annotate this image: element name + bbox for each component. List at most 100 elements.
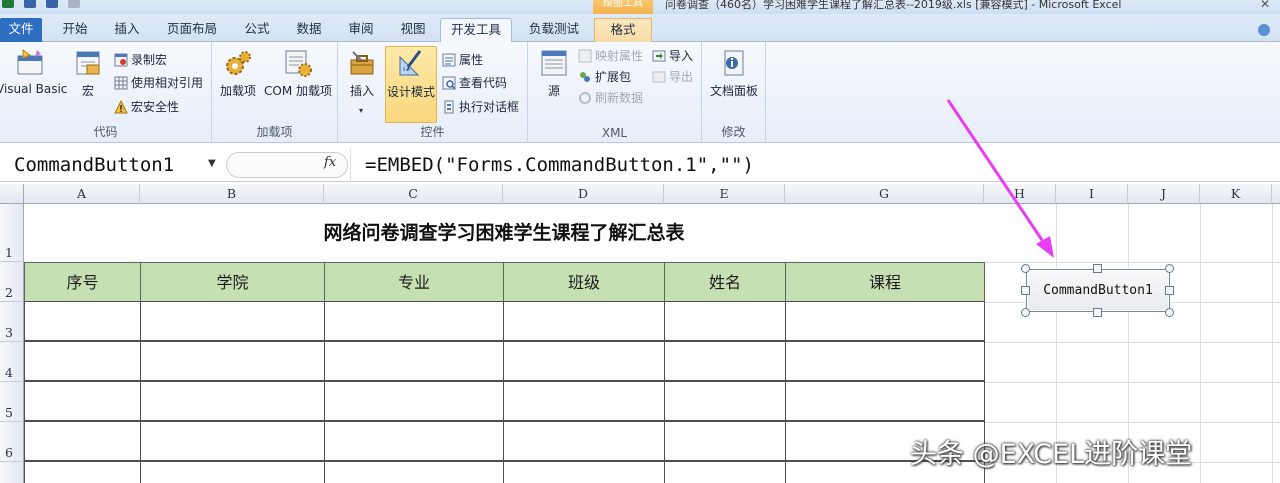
- row-header-4[interactable]: 4: [0, 342, 24, 382]
- column-header-k[interactable]: K: [1200, 184, 1272, 204]
- table-cell[interactable]: [324, 461, 504, 483]
- redo-icon[interactable]: [68, 0, 80, 8]
- command-button-control[interactable]: CommandButton1: [1026, 269, 1170, 312]
- tab-developer[interactable]: 开发工具: [440, 18, 512, 43]
- resize-handle[interactable]: [1093, 264, 1102, 273]
- xml-import-button[interactable]: 导入: [652, 46, 693, 66]
- table-cell[interactable]: [24, 381, 141, 421]
- table-cell[interactable]: [324, 301, 504, 341]
- record-macro-button[interactable]: 录制宏: [114, 50, 167, 70]
- relative-reference-button[interactable]: 使用相对引用: [114, 73, 203, 93]
- column-header-h[interactable]: H: [984, 184, 1056, 204]
- sheet-title-cell[interactable]: 网络问卷调查学习困难学生课程了解汇总表: [24, 204, 984, 262]
- header-cell-course[interactable]: 课程: [785, 262, 985, 302]
- resize-handle[interactable]: [1165, 308, 1174, 317]
- column-header-d[interactable]: D: [503, 184, 664, 204]
- column-header-a[interactable]: A: [24, 184, 140, 204]
- column-header-b[interactable]: B: [140, 184, 324, 204]
- resize-handle[interactable]: [1093, 308, 1102, 317]
- table-cell[interactable]: [664, 461, 786, 483]
- table-cell[interactable]: [664, 421, 786, 461]
- insert-control-button[interactable]: 插入 ▾: [344, 48, 380, 115]
- tab-review[interactable]: 审阅: [338, 18, 384, 42]
- table-cell[interactable]: [503, 461, 665, 483]
- tab-format[interactable]: 格式: [594, 18, 652, 42]
- tab-page-layout[interactable]: 页面布局: [156, 18, 228, 42]
- header-cell-index[interactable]: 序号: [24, 262, 141, 302]
- resize-handle[interactable]: [1021, 264, 1030, 273]
- row-header-6[interactable]: 6: [0, 422, 24, 462]
- chevron-down-icon[interactable]: ▼: [208, 158, 216, 169]
- view-code-button[interactable]: 查看代码: [442, 73, 507, 93]
- table-cell[interactable]: [140, 421, 325, 461]
- table-cell[interactable]: [664, 301, 786, 341]
- run-dialog-button[interactable]: 执行对话框: [442, 97, 519, 117]
- table-cell[interactable]: [324, 341, 504, 381]
- com-addins-button[interactable]: COM 加载项: [262, 48, 334, 99]
- help-icon[interactable]: [1258, 24, 1270, 36]
- table-cell[interactable]: [503, 421, 665, 461]
- column-header-c[interactable]: C: [324, 184, 503, 204]
- tab-formulas[interactable]: 公式: [234, 18, 280, 42]
- table-cell[interactable]: [24, 341, 141, 381]
- column-header-g[interactable]: G: [785, 184, 984, 204]
- tab-load-test[interactable]: 负载测试: [518, 18, 590, 42]
- macro-security-button[interactable]: 宏安全性: [114, 97, 179, 117]
- tab-view[interactable]: 视图: [390, 18, 436, 42]
- column-header-j[interactable]: J: [1128, 184, 1200, 204]
- map-properties-button[interactable]: 映射属性: [578, 46, 643, 66]
- tab-home[interactable]: 开始: [52, 18, 98, 42]
- select-all-corner[interactable]: [0, 184, 24, 204]
- name-box[interactable]: CommandButton1: [0, 148, 224, 182]
- properties-button[interactable]: 属性: [442, 50, 483, 70]
- resize-handle[interactable]: [1021, 308, 1030, 317]
- xml-export-button[interactable]: 导出: [652, 67, 693, 87]
- table-cell[interactable]: [140, 301, 325, 341]
- table-cell[interactable]: [140, 461, 325, 483]
- table-cell[interactable]: [503, 301, 665, 341]
- tab-file[interactable]: 文件: [0, 18, 42, 42]
- header-cell-major[interactable]: 专业: [324, 262, 504, 302]
- table-cell[interactable]: [324, 381, 504, 421]
- xml-source-button[interactable]: 源: [536, 48, 572, 99]
- table-cell[interactable]: [24, 461, 141, 483]
- column-header-i[interactable]: I: [1056, 184, 1128, 204]
- row-header-3[interactable]: 3: [0, 302, 24, 342]
- table-cell[interactable]: [140, 381, 325, 421]
- table-cell[interactable]: [324, 421, 504, 461]
- refresh-data-button[interactable]: 刷新数据: [578, 88, 643, 108]
- header-cell-name[interactable]: 姓名: [664, 262, 786, 302]
- header-cell-class[interactable]: 班级: [503, 262, 665, 302]
- table-cell[interactable]: [24, 301, 141, 341]
- formula-input[interactable]: =EMBED("Forms.CommandButton.1",""): [365, 148, 754, 182]
- table-cell[interactable]: [24, 421, 141, 461]
- table-cell[interactable]: [785, 341, 985, 381]
- visual-basic-button[interactable]: Visual Basic: [0, 48, 67, 96]
- addins-button[interactable]: 加载项: [218, 48, 258, 99]
- tab-insert[interactable]: 插入: [104, 18, 150, 42]
- resize-handle[interactable]: [1021, 286, 1030, 295]
- table-cell[interactable]: [664, 381, 786, 421]
- tab-data[interactable]: 数据: [286, 18, 332, 42]
- insert-function-button[interactable]: fx: [324, 155, 336, 170]
- table-cell[interactable]: [140, 341, 325, 381]
- row-header-5[interactable]: 5: [0, 382, 24, 422]
- table-cell[interactable]: [664, 341, 786, 381]
- resize-handle[interactable]: [1165, 264, 1174, 273]
- undo-icon[interactable]: [46, 0, 58, 8]
- table-cell[interactable]: [785, 381, 985, 421]
- table-cell[interactable]: [503, 381, 665, 421]
- row-header-7[interactable]: [0, 462, 24, 483]
- header-cell-college[interactable]: 学院: [140, 262, 325, 302]
- column-header-e[interactable]: E: [664, 184, 785, 204]
- save-icon[interactable]: [24, 0, 36, 8]
- close-icon[interactable]: ✕: [1260, 0, 1270, 11]
- table-cell[interactable]: [503, 341, 665, 381]
- row-header-1[interactable]: 1: [0, 204, 24, 262]
- document-panel-button[interactable]: 文档面板: [708, 48, 760, 99]
- expansion-packs-button[interactable]: 扩展包: [578, 67, 631, 87]
- table-cell[interactable]: [785, 301, 985, 341]
- row-header-2[interactable]: 2: [0, 262, 24, 302]
- macros-button[interactable]: 宏: [70, 48, 106, 99]
- resize-handle[interactable]: [1165, 286, 1174, 295]
